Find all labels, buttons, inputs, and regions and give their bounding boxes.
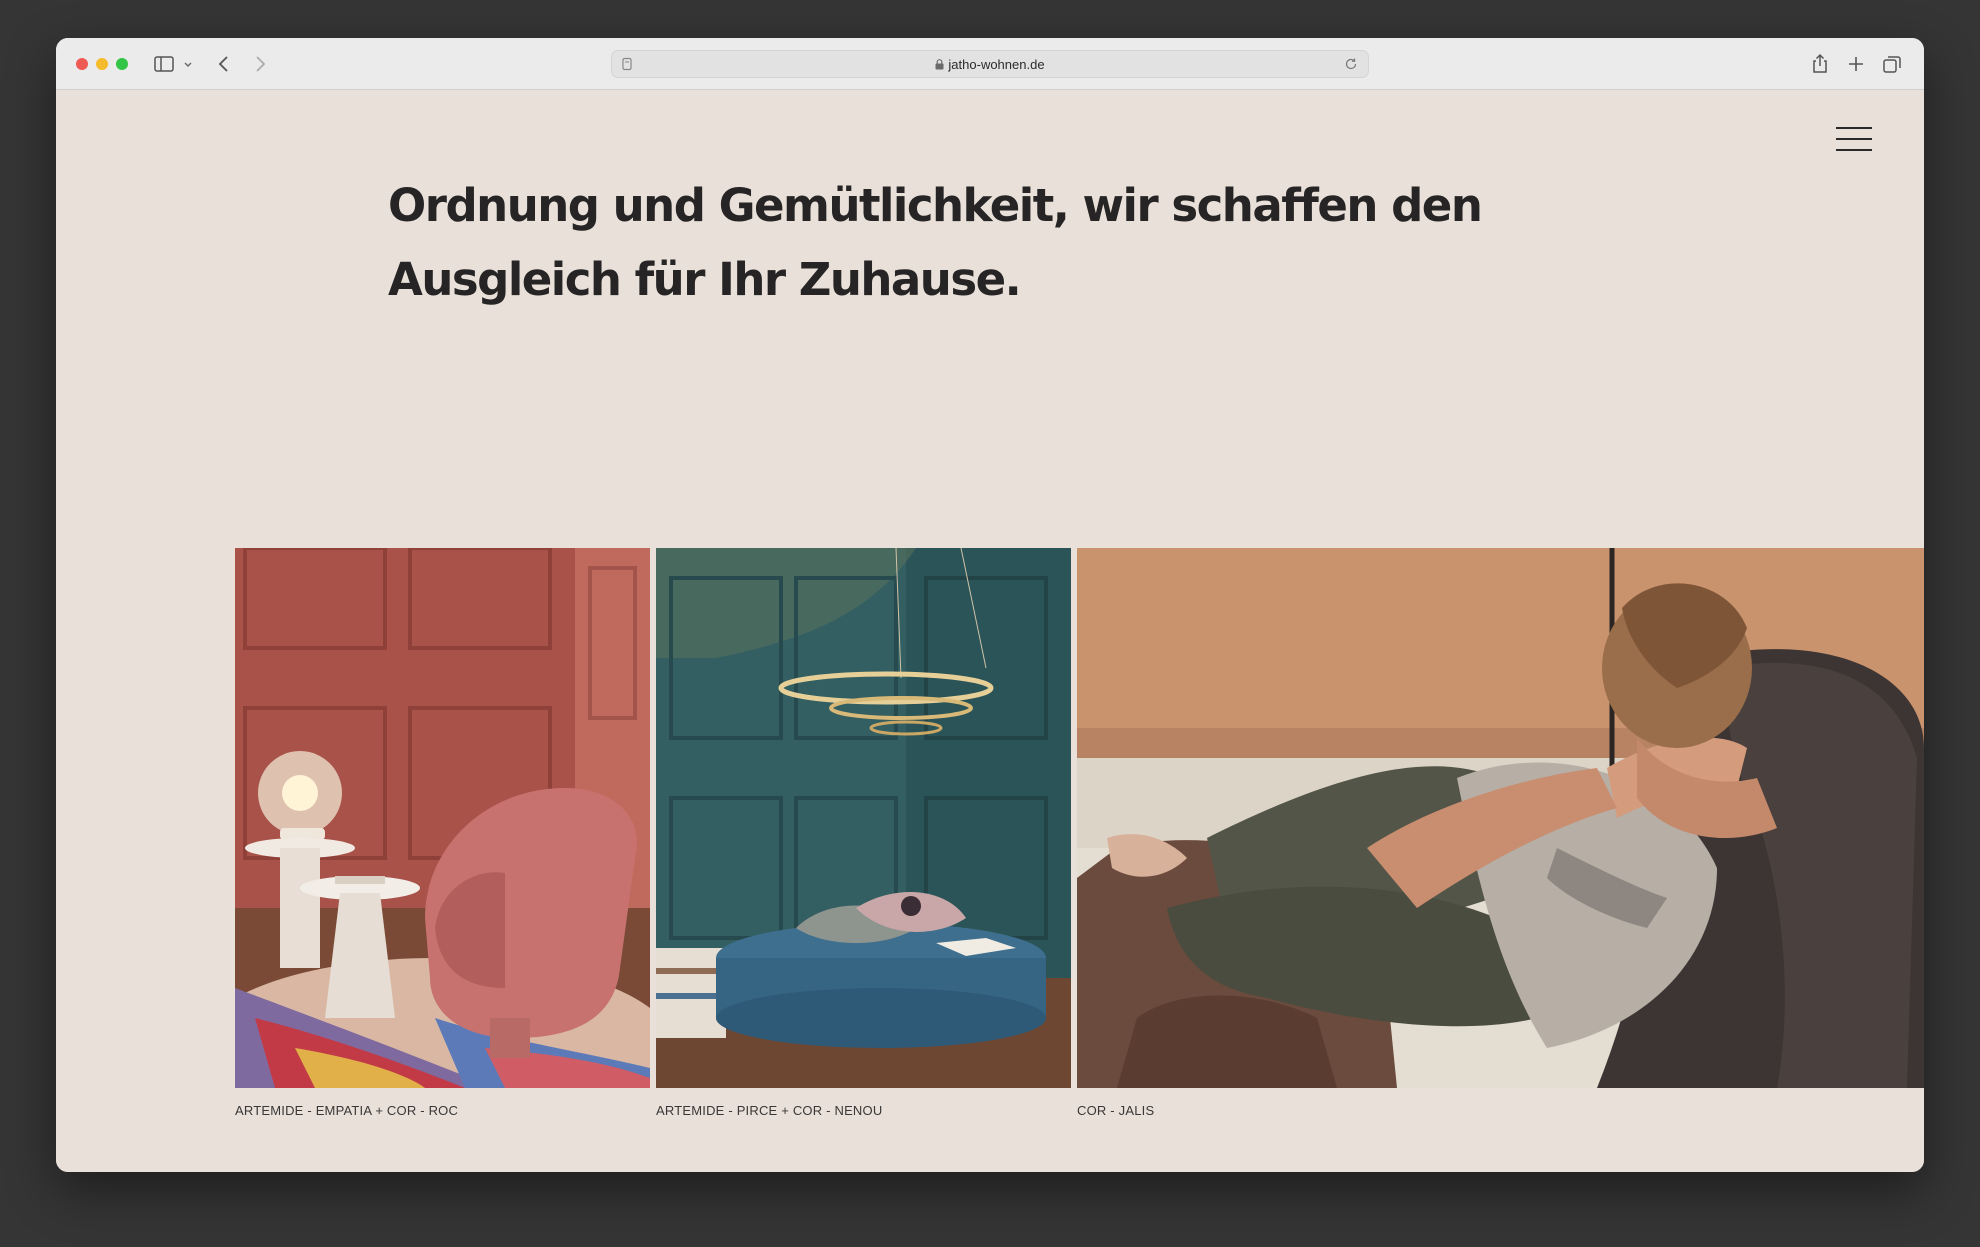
close-window-button[interactable]	[76, 58, 88, 70]
share-icon[interactable]	[1808, 52, 1832, 76]
page-headline: Ordnung und Gemütlichkeit, wir schaffen …	[388, 169, 1488, 317]
reload-icon[interactable]	[1344, 57, 1358, 71]
gallery-image-3[interactable]	[1077, 548, 1924, 1088]
gallery-caption-1: ARTEMIDE - EMPATIA + COR - ROC	[235, 1103, 459, 1118]
new-tab-icon[interactable]	[1844, 52, 1868, 76]
gallery-image-1[interactable]	[235, 548, 650, 1088]
minimize-window-button[interactable]	[96, 58, 108, 70]
sidebar-icon[interactable]	[152, 52, 176, 76]
page-content: Ordnung und Gemütlichkeit, wir schaffen …	[56, 91, 1924, 1172]
chevron-down-icon[interactable]	[180, 52, 196, 76]
gallery-caption-3: COR - JALIS	[1077, 1103, 1155, 1118]
forward-icon[interactable]	[248, 52, 272, 76]
lock-icon	[935, 59, 944, 70]
tab-overview-icon[interactable]	[1880, 52, 1904, 76]
pendant-pouf-photo-icon	[656, 548, 1071, 1088]
gallery-image-2[interactable]	[656, 548, 1071, 1088]
browser-window: jatho-wohnen.de Ordnung und Gemütlichkei…	[56, 38, 1924, 1172]
zoom-window-button[interactable]	[116, 58, 128, 70]
lamp-armchair-photo-icon	[235, 548, 650, 1088]
gallery-caption-2: ARTEMIDE - PIRCE + COR - NENOU	[656, 1103, 883, 1118]
headline-line-1: Ordnung und Gemütlichkeit, wir schaffen …	[388, 179, 1483, 232]
browser-toolbar: jatho-wohnen.de	[56, 38, 1924, 90]
url-label: jatho-wohnen.de	[948, 57, 1045, 72]
headline-line-2: Ausgleich für Ihr Zuhause.	[388, 253, 1022, 306]
back-icon[interactable]	[212, 52, 236, 76]
url-text: jatho-wohnen.de	[612, 57, 1368, 72]
hamburger-menu-icon[interactable]	[1836, 125, 1876, 153]
address-bar[interactable]: jatho-wohnen.de	[611, 50, 1369, 78]
man-lounge-chair-photo-icon	[1077, 548, 1924, 1088]
